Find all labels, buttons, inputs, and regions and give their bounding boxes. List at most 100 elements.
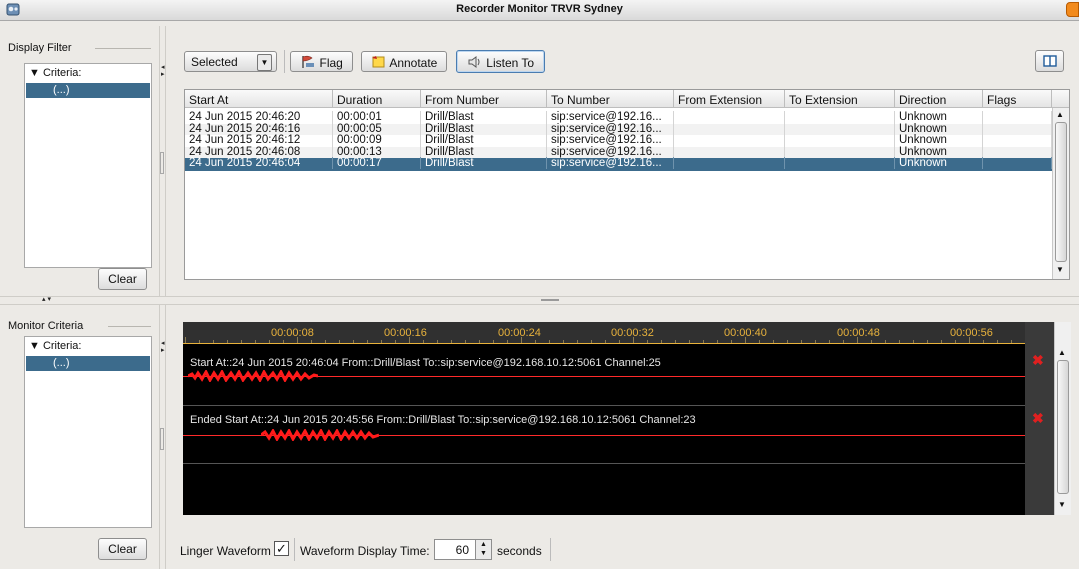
cell-to-extension — [785, 122, 895, 135]
window-minimize-button[interactable] — [1066, 2, 1079, 17]
display-filter-tree[interactable]: ▼ Criteria: (...) — [24, 63, 152, 268]
timeline-tick — [899, 340, 900, 343]
cell-direction: Unknown — [895, 122, 983, 135]
column-header-from-number[interactable]: From Number — [421, 90, 547, 108]
footer-separator — [550, 538, 551, 561]
timeline-tick — [983, 340, 984, 343]
cell-flags — [983, 111, 1052, 123]
monitor-criteria-clear-button[interactable]: Clear — [98, 538, 147, 560]
panel-layout-icon — [1042, 55, 1057, 67]
tree-root-criteria[interactable]: ▼ Criteria: — [29, 340, 81, 352]
flag-button[interactable]: Flag — [290, 51, 353, 72]
timeline-tick — [479, 340, 480, 343]
cell-from-extension — [674, 157, 785, 169]
selection-dropdown[interactable]: Selected ▼ — [184, 51, 277, 72]
channel-separator — [183, 405, 1025, 406]
column-header-direction[interactable]: Direction — [895, 90, 983, 108]
column-header-from-extension[interactable]: From Extension — [674, 90, 785, 108]
timeline-tick — [213, 340, 214, 343]
timeline-tick — [633, 337, 634, 343]
group-rule — [95, 48, 151, 49]
column-header-duration[interactable]: Duration — [333, 90, 421, 108]
timeline-tick — [563, 340, 564, 343]
table-row-selected[interactable]: 24 Jun 2015 20:46:04 00:00:17 Drill/Blas… — [185, 157, 1052, 171]
cell-start-at: 24 Jun 2015 20:46:16 — [185, 122, 333, 135]
scroll-up-arrow-icon[interactable]: ▲ — [1056, 110, 1064, 119]
column-header-to-extension[interactable]: To Extension — [785, 90, 895, 108]
timeline-tick — [339, 340, 340, 343]
annotate-button[interactable]: Annotate — [361, 51, 447, 72]
cell-duration: 00:00:09 — [333, 134, 421, 146]
splitter-handle[interactable] — [541, 299, 559, 301]
timeline-tick — [773, 340, 774, 343]
waveform-display-time-spinner[interactable]: 60 ▲ ▼ — [434, 539, 492, 560]
close-icon[interactable]: ✖ — [1032, 410, 1044, 427]
column-header-flags[interactable]: Flags — [983, 90, 1052, 108]
cell-from-extension — [674, 145, 785, 158]
timeline-tick — [409, 337, 410, 343]
timeline-tick — [395, 340, 396, 343]
timeline-tick — [731, 340, 732, 343]
timeline-tick — [283, 340, 284, 343]
timeline-tick — [297, 337, 298, 343]
timeline-tick — [675, 340, 676, 343]
timeline-tick — [437, 340, 438, 343]
timeline-tick — [451, 340, 452, 343]
cell-direction: Unknown — [895, 111, 983, 123]
linger-waveform-label: Linger Waveform — [180, 544, 271, 558]
channel-close-column: ✖ ✖ — [1025, 322, 1054, 515]
monitor-criteria-tree[interactable]: ▼ Criteria: (...) — [24, 336, 152, 528]
tree-item-criteria-value[interactable]: (...) — [26, 356, 150, 371]
timeline-tick — [353, 340, 354, 343]
timeline-tick — [241, 340, 242, 343]
selection-dropdown-value: Selected — [191, 55, 238, 69]
timeline-tick — [689, 340, 690, 343]
linger-waveform-checkbox[interactable]: ✓ — [274, 541, 289, 556]
cell-direction: Unknown — [895, 157, 983, 169]
timeline-tick — [227, 340, 228, 343]
cell-flags — [983, 157, 1052, 169]
splitter-arrows-icon[interactable]: ▴ ▾ — [42, 295, 51, 303]
close-icon[interactable]: ✖ — [1032, 352, 1044, 369]
column-header-corner — [1052, 90, 1069, 108]
timeline-tick — [605, 340, 606, 343]
seconds-label: seconds — [497, 544, 542, 558]
timeline-tick — [185, 337, 186, 343]
tree-root-criteria[interactable]: ▼ Criteria: — [29, 67, 81, 79]
horizontal-splitter[interactable] — [0, 296, 1079, 305]
column-header-start-at[interactable]: Start At — [185, 90, 333, 108]
cell-to-number: sip:service@192.16... — [547, 145, 674, 158]
recordings-table[interactable]: Start At Duration From Number To Number … — [184, 89, 1070, 280]
cell-from-number: Drill/Blast — [421, 122, 547, 135]
timeline-tick — [885, 340, 886, 343]
listen-to-button[interactable]: Listen To — [456, 50, 545, 73]
waveform-vertical-scrollbar[interactable]: ▲ ▼ — [1054, 322, 1071, 515]
column-header-to-number[interactable]: To Number — [547, 90, 674, 108]
timeline-tick-label: 00:00:08 — [271, 327, 314, 339]
table-vertical-scrollbar[interactable]: ▲ ▼ — [1052, 108, 1069, 279]
collapse-left-arrow-icon[interactable]: ◂ ▸ — [161, 64, 165, 78]
display-filter-clear-button[interactable]: Clear — [98, 268, 147, 290]
table-scroll-thumb[interactable] — [1055, 122, 1067, 262]
cell-direction: Unknown — [895, 134, 983, 146]
cell-flags — [983, 122, 1052, 135]
waveform-display[interactable]: 00:00:08 00:00:16 00:00:24 00:00:32 00:0… — [183, 322, 1054, 515]
timeline-tick — [381, 340, 382, 343]
scroll-down-arrow-icon[interactable]: ▼ — [1058, 500, 1066, 509]
collapse-left-arrow-icon[interactable]: ◂ ▸ — [161, 340, 165, 354]
cell-direction: Unknown — [895, 145, 983, 158]
splitter-grip — [160, 428, 164, 450]
timeline-tick — [507, 340, 508, 343]
scroll-up-arrow-icon[interactable]: ▲ — [1058, 348, 1066, 357]
scroll-down-arrow-icon[interactable]: ▼ — [1056, 265, 1064, 274]
timeline-tick — [521, 337, 522, 343]
cell-from-extension — [674, 111, 785, 123]
waveform-scroll-thumb[interactable] — [1057, 360, 1069, 494]
channel-info-text: Start At::24 Jun 2015 20:46:04 From::Dri… — [190, 357, 661, 369]
tree-item-criteria-value[interactable]: (...) — [26, 83, 150, 98]
spinner-arrows-icon[interactable]: ▲ ▼ — [475, 540, 491, 559]
waveform-timeline: 00:00:08 00:00:16 00:00:24 00:00:32 00:0… — [183, 322, 1025, 344]
timeline-tick — [745, 337, 746, 343]
timeline-tick — [1011, 340, 1012, 343]
panel-layout-button[interactable] — [1035, 50, 1064, 72]
